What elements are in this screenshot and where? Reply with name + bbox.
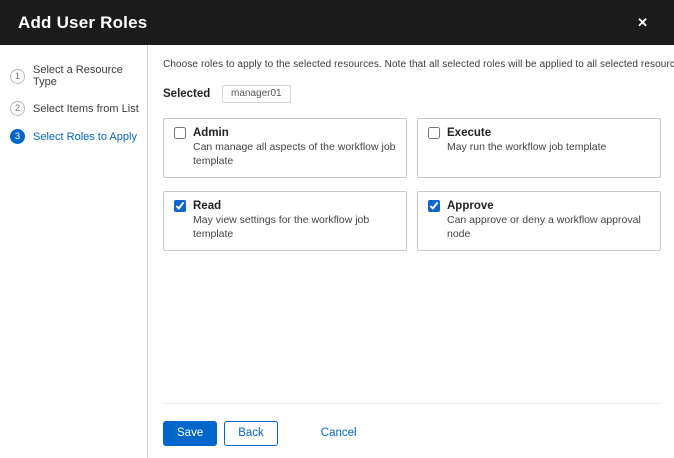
modal-title: Add User Roles — [18, 13, 147, 33]
modal-header: Add User Roles ✕ — [0, 0, 674, 45]
role-description: Can manage all aspects of the workflow j… — [193, 141, 396, 169]
roles-step-description: Choose roles to apply to the selected re… — [163, 59, 661, 70]
step-number-badge: 2 — [10, 101, 25, 116]
role-title: Admin — [193, 126, 396, 140]
role-text: Admin Can manage all aspects of the work… — [193, 126, 396, 169]
role-text: Execute May run the workflow job templat… — [447, 126, 606, 155]
role-card-read: Read May view settings for the workflow … — [163, 191, 407, 251]
wizard-step-select-roles[interactable]: 3 Select Roles to Apply — [10, 129, 139, 144]
role-card-admin: Admin Can manage all aspects of the work… — [163, 118, 407, 178]
read-role-checkbox[interactable] — [174, 200, 186, 212]
admin-role-checkbox[interactable] — [174, 127, 186, 139]
step-label: Select Items from List — [33, 103, 139, 115]
role-card-approve: Approve Can approve or deny a workflow a… — [417, 191, 661, 251]
step-label: Select a Resource Type — [33, 64, 139, 88]
role-text: Read May view settings for the workflow … — [193, 199, 396, 242]
cancel-button[interactable]: Cancel — [317, 422, 361, 446]
back-button[interactable]: Back — [224, 421, 278, 447]
step-number-badge: 3 — [10, 129, 25, 144]
spacer — [163, 251, 661, 402]
role-description: May run the workflow job template — [447, 141, 606, 155]
selected-resource-chip: manager01 — [222, 85, 291, 103]
modal-footer: Save Back Cancel — [163, 403, 661, 447]
execute-role-checkbox[interactable] — [428, 127, 440, 139]
role-card-execute: Execute May run the workflow job templat… — [417, 118, 661, 178]
save-button[interactable]: Save — [163, 421, 217, 447]
wizard-content-pane: Choose roles to apply to the selected re… — [148, 45, 674, 458]
wizard-step-select-items[interactable]: 2 Select Items from List — [10, 101, 139, 116]
role-title: Read — [193, 199, 396, 213]
role-text: Approve Can approve or deny a workflow a… — [447, 199, 650, 242]
step-label: Select Roles to Apply — [33, 131, 137, 143]
role-title: Execute — [447, 126, 606, 140]
modal-body: 1 Select a Resource Type 2 Select Items … — [0, 45, 674, 458]
close-icon[interactable]: ✕ — [631, 12, 654, 33]
add-user-roles-modal: Add User Roles ✕ 1 Select a Resource Typ… — [0, 0, 674, 458]
approve-role-checkbox[interactable] — [428, 200, 440, 212]
role-description: Can approve or deny a workflow approval … — [447, 214, 650, 242]
step-number-badge: 1 — [10, 69, 25, 84]
role-title: Approve — [447, 199, 650, 213]
wizard-step-sidebar: 1 Select a Resource Type 2 Select Items … — [0, 45, 148, 458]
selected-label: Selected — [163, 88, 222, 100]
roles-grid: Admin Can manage all aspects of the work… — [163, 118, 661, 251]
selected-resources-row: Selected manager01 — [163, 85, 661, 103]
wizard-step-select-resource-type[interactable]: 1 Select a Resource Type — [10, 64, 139, 88]
role-description: May view settings for the workflow job t… — [193, 214, 396, 242]
